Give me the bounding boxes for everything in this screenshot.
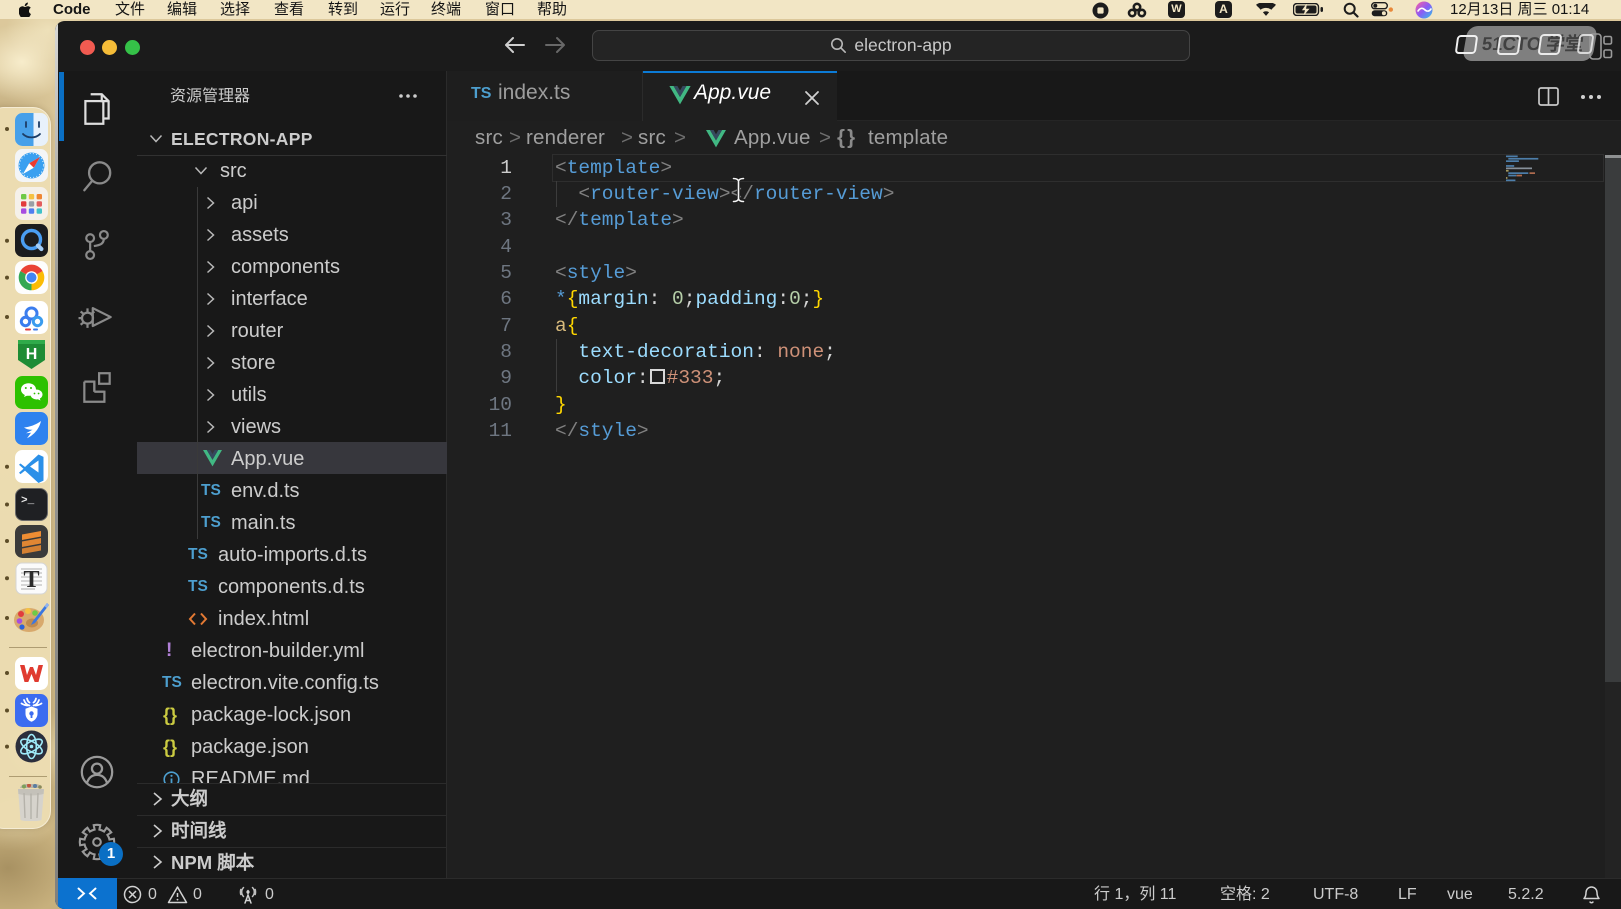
- svg-text:H: H: [25, 346, 37, 363]
- svg-text:>_: >_: [21, 495, 35, 507]
- svg-text:T: T: [23, 567, 39, 593]
